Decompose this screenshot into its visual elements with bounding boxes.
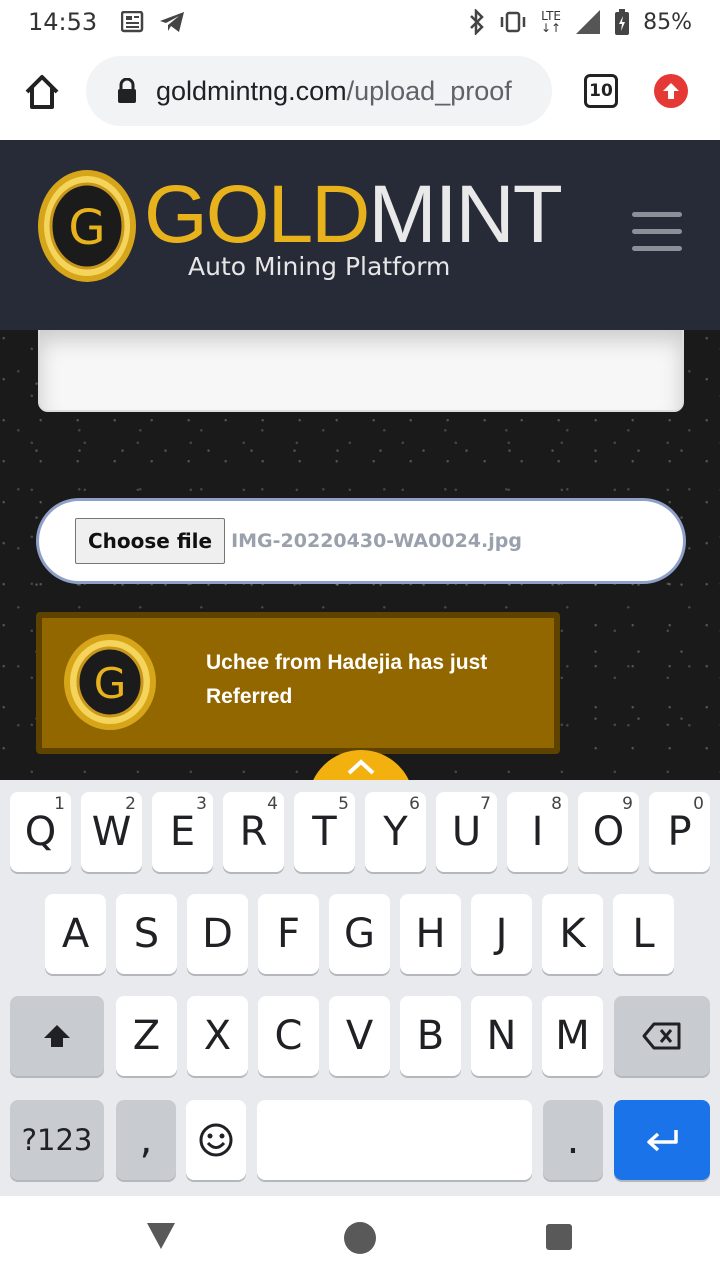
news-icon [121,11,145,33]
tab-count: 10 [589,81,613,101]
key-c[interactable]: C [258,996,319,1076]
key-q[interactable]: Q1 [10,792,71,872]
key-i[interactable]: I8 [507,792,568,872]
key-j[interactable]: J [471,894,532,974]
key-x[interactable]: X [187,996,248,1076]
key-u[interactable]: U7 [436,792,497,872]
svg-text:G: G [68,200,105,256]
key-w[interactable]: W2 [81,792,142,872]
lock-icon [116,77,138,104]
key-h[interactable]: H [400,894,461,974]
key-g[interactable]: G [329,894,390,974]
key-number-hint: 7 [480,794,491,814]
key-number-hint: 3 [196,794,207,814]
symbols-key[interactable]: ?123 [10,1100,104,1180]
battery-percent: 85% [643,9,692,35]
key-number-hint: 8 [551,794,562,814]
url-path: /upload_proof [346,75,512,106]
key-number-hint: 2 [125,794,136,814]
tab-switcher-button[interactable]: 10 [584,74,618,108]
key-v[interactable]: V [329,996,390,1076]
status-time: 14:53 [28,8,98,36]
brand-tagline: Auto Mining Platform [188,252,451,281]
vibrate-icon [499,11,527,33]
key-k[interactable]: K [542,894,603,974]
backspace-key[interactable] [614,996,710,1076]
key-y[interactable]: Y6 [365,792,426,872]
referral-notification: G Uchee from Hadejia has just Referred [36,612,560,754]
selected-file-name: IMG-20220430-WA0024.jpg [231,530,522,552]
status-bar: 14:53 LTE ↓↑ 85% [0,0,720,44]
enter-key[interactable] [614,1100,710,1180]
home-icon[interactable] [22,72,62,112]
svg-text:G: G [94,659,127,708]
emoji-icon [199,1123,233,1157]
key-number-hint: 5 [338,794,349,814]
key-e[interactable]: E3 [152,792,213,872]
key-r[interactable]: R4 [223,792,284,872]
choose-file-button[interactable]: Choose file [75,518,226,564]
lte-icon: LTE ↓↑ [540,9,562,35]
on-screen-keyboard: Q 1 W 2 E 3 R 4 T 5 Y 6 U 7 I 8 O 9 P 0 A S D F G H J K L Z X C V B N M ?123… [0,780,720,1196]
chevron-up-icon [347,759,375,775]
battery-icon [615,9,630,35]
goldmint-logo-coin[interactable]: G [36,168,138,284]
content-card [38,330,684,412]
key-b[interactable]: B [400,996,461,1076]
telegram-icon [159,11,185,33]
key-number-hint: 1 [54,794,65,814]
page-content: Choose file IMG-20220430-WA0024.jpg G Uc… [0,330,720,780]
key-number-hint: 0 [693,794,704,814]
key-l[interactable]: L [613,894,674,974]
hamburger-menu-icon[interactable] [632,212,682,263]
url-domain: goldmintng.com [156,75,347,106]
key-d[interactable]: D [187,894,248,974]
home-circle-icon[interactable] [344,1222,376,1254]
address-bar[interactable]: goldmintng.com/upload_proof [86,56,552,126]
file-upload-field[interactable]: Choose file IMG-20220430-WA0024.jpg [36,498,686,584]
emoji-key[interactable] [186,1100,246,1180]
signal-icon [575,9,601,35]
notification-text: Uchee from Hadejia has just Referred [206,651,488,708]
key-s[interactable]: S [116,894,177,974]
backspace-icon [642,1022,681,1050]
site-header: G GOLDMINT Auto Mining Platform [0,140,720,330]
bluetooth-icon [469,9,485,35]
key-n[interactable]: N [471,996,532,1076]
period-key[interactable]: . [543,1100,603,1180]
system-navigation-bar [0,1196,720,1280]
back-triangle-icon[interactable] [146,1222,176,1254]
update-arrow-icon[interactable] [654,74,688,108]
key-t[interactable]: T5 [294,792,355,872]
key-o[interactable]: O9 [578,792,639,872]
shift-arrow-icon [44,1025,70,1047]
key-f[interactable]: F [258,894,319,974]
enter-arrow-icon [647,1130,678,1152]
key-number-hint: 4 [267,794,278,814]
browser-toolbar: goldmintng.com/upload_proof 10 [0,44,720,140]
key-p[interactable]: P0 [649,792,710,872]
recents-square-icon[interactable] [546,1224,572,1250]
brand-wordmark: GOLDMINT [144,169,563,260]
spacebar[interactable] [257,1100,532,1180]
key-z[interactable]: Z [116,996,177,1076]
comma-key[interactable]: , [116,1100,176,1180]
key-m[interactable]: M [542,996,603,1076]
scroll-to-top-button[interactable] [308,750,414,780]
key-number-hint: 9 [622,794,633,814]
goldmint-coin-icon: G [62,632,158,732]
key-a[interactable]: A [45,894,106,974]
key-number-hint: 6 [409,794,420,814]
shift-key[interactable] [10,996,104,1076]
